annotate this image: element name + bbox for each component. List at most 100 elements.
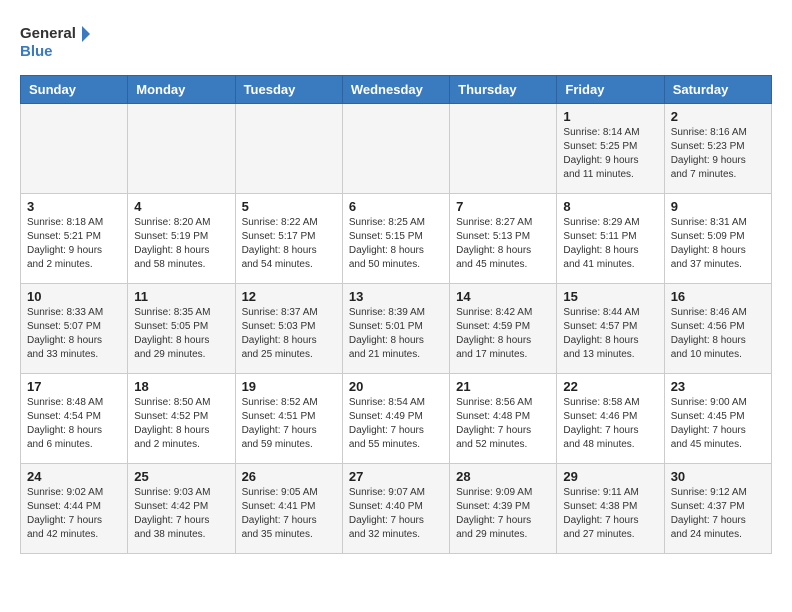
day-info: Sunrise: 8:44 AM Sunset: 4:57 PM Dayligh… (563, 306, 657, 362)
calendar-cell: 24 Sunrise: 9:02 AM Sunset: 4:44 PM Dayli… (21, 464, 128, 554)
calendar-cell: 2Sunrise: 8:16 AM Sunset: 5:23 PM Daylig… (664, 104, 771, 194)
calendar-cell: 21 Sunrise: 8:56 AM Sunset: 4:48 PM Dayli… (450, 374, 557, 464)
day-info: Sunrise: 9:03 AM Sunset: 4:42 PM Dayligh… (134, 486, 228, 542)
day-number: 27 (349, 469, 443, 484)
day-number: 11 (134, 289, 228, 304)
day-number: 8 (563, 199, 657, 214)
day-number: 17 (27, 379, 121, 394)
calendar-cell: 15 Sunrise: 8:44 AM Sunset: 4:57 PM Dayli… (557, 284, 664, 374)
calendar-cell: 13 Sunrise: 8:39 AM Sunset: 5:01 PM Dayli… (342, 284, 449, 374)
calendar-cell: 26 Sunrise: 9:05 AM Sunset: 4:41 PM Dayli… (235, 464, 342, 554)
day-info: Sunrise: 8:56 AM Sunset: 4:48 PM Dayligh… (456, 396, 550, 452)
calendar-cell (450, 104, 557, 194)
weekday-header-wednesday: Wednesday (342, 76, 449, 104)
day-info: Sunrise: 8:29 AM Sunset: 5:11 PM Dayligh… (563, 216, 657, 272)
calendar-body: 1Sunrise: 8:14 AM Sunset: 5:25 PM Daylig… (21, 104, 772, 554)
calendar-cell: 16 Sunrise: 8:46 AM Sunset: 4:56 PM Dayli… (664, 284, 771, 374)
day-number: 29 (563, 469, 657, 484)
day-number: 9 (671, 199, 765, 214)
day-info: Sunrise: 8:35 AM Sunset: 5:05 PM Dayligh… (134, 306, 228, 362)
calendar-cell: 23 Sunrise: 9:00 AM Sunset: 4:45 PM Dayli… (664, 374, 771, 464)
day-number: 21 (456, 379, 550, 394)
day-info: Sunrise: 9:07 AM Sunset: 4:40 PM Dayligh… (349, 486, 443, 542)
day-info: Sunrise: 8:48 AM Sunset: 4:54 PM Dayligh… (27, 396, 121, 452)
calendar-cell: 29 Sunrise: 9:11 AM Sunset: 4:38 PM Dayli… (557, 464, 664, 554)
day-info: Sunrise: 8:52 AM Sunset: 4:51 PM Dayligh… (242, 396, 336, 452)
calendar-cell: 8 Sunrise: 8:29 AM Sunset: 5:11 PM Daylig… (557, 194, 664, 284)
day-info: Sunrise: 9:00 AM Sunset: 4:45 PM Dayligh… (671, 396, 765, 452)
weekday-header-friday: Friday (557, 76, 664, 104)
day-number: 25 (134, 469, 228, 484)
calendar-cell: 3 Sunrise: 8:18 AM Sunset: 5:21 PM Daylig… (21, 194, 128, 284)
day-number: 28 (456, 469, 550, 484)
calendar-cell: 30Sunrise: 9:12 AM Sunset: 4:37 PM Dayli… (664, 464, 771, 554)
day-info: Sunrise: 8:14 AM Sunset: 5:25 PM Dayligh… (563, 126, 657, 182)
day-info: Sunrise: 8:20 AM Sunset: 5:19 PM Dayligh… (134, 216, 228, 272)
calendar-cell: 10Sunrise: 8:33 AM Sunset: 5:07 PM Dayli… (21, 284, 128, 374)
day-number: 12 (242, 289, 336, 304)
weekday-header-tuesday: Tuesday (235, 76, 342, 104)
day-number: 22 (563, 379, 657, 394)
calendar-cell: 9 Sunrise: 8:31 AM Sunset: 5:09 PM Daylig… (664, 194, 771, 284)
calendar-cell: 27 Sunrise: 9:07 AM Sunset: 4:40 PM Dayli… (342, 464, 449, 554)
calendar-cell (342, 104, 449, 194)
calendar-cell: 19Sunrise: 8:52 AM Sunset: 4:51 PM Dayli… (235, 374, 342, 464)
calendar-cell: 25 Sunrise: 9:03 AM Sunset: 4:42 PM Dayli… (128, 464, 235, 554)
calendar-table: SundayMondayTuesdayWednesdayThursdayFrid… (20, 75, 772, 554)
day-number: 6 (349, 199, 443, 214)
day-info: Sunrise: 9:09 AM Sunset: 4:39 PM Dayligh… (456, 486, 550, 542)
logo-svg: General Blue (20, 20, 90, 65)
calendar-cell: 1Sunrise: 8:14 AM Sunset: 5:25 PM Daylig… (557, 104, 664, 194)
day-number: 5 (242, 199, 336, 214)
calendar-cell (128, 104, 235, 194)
day-number: 4 (134, 199, 228, 214)
calendar-cell (235, 104, 342, 194)
calendar-cell: 17 Sunrise: 8:48 AM Sunset: 4:54 PM Dayli… (21, 374, 128, 464)
day-info: Sunrise: 8:37 AM Sunset: 5:03 PM Dayligh… (242, 306, 336, 362)
day-number: 3 (27, 199, 121, 214)
day-number: 15 (563, 289, 657, 304)
calendar-week-row: 10Sunrise: 8:33 AM Sunset: 5:07 PM Dayli… (21, 284, 772, 374)
day-number: 24 (27, 469, 121, 484)
weekday-header-thursday: Thursday (450, 76, 557, 104)
day-info: Sunrise: 9:12 AM Sunset: 4:37 PM Dayligh… (671, 486, 765, 542)
day-info: Sunrise: 8:54 AM Sunset: 4:49 PM Dayligh… (349, 396, 443, 452)
calendar-cell: 14 Sunrise: 8:42 AM Sunset: 4:59 PM Dayli… (450, 284, 557, 374)
calendar-week-row: 3 Sunrise: 8:18 AM Sunset: 5:21 PM Daylig… (21, 194, 772, 284)
calendar-week-row: 24 Sunrise: 9:02 AM Sunset: 4:44 PM Dayli… (21, 464, 772, 554)
day-info: Sunrise: 8:46 AM Sunset: 4:56 PM Dayligh… (671, 306, 765, 362)
day-info: Sunrise: 8:31 AM Sunset: 5:09 PM Dayligh… (671, 216, 765, 272)
calendar-cell (21, 104, 128, 194)
calendar-cell: 5Sunrise: 8:22 AM Sunset: 5:17 PM Daylig… (235, 194, 342, 284)
day-number: 13 (349, 289, 443, 304)
day-info: Sunrise: 8:25 AM Sunset: 5:15 PM Dayligh… (349, 216, 443, 272)
day-number: 7 (456, 199, 550, 214)
calendar-cell: 7 Sunrise: 8:27 AM Sunset: 5:13 PM Daylig… (450, 194, 557, 284)
day-number: 20 (349, 379, 443, 394)
day-info: Sunrise: 9:05 AM Sunset: 4:41 PM Dayligh… (242, 486, 336, 542)
day-number: 2 (671, 109, 765, 124)
calendar-cell: 20 Sunrise: 8:54 AM Sunset: 4:49 PM Dayli… (342, 374, 449, 464)
day-info: Sunrise: 9:11 AM Sunset: 4:38 PM Dayligh… (563, 486, 657, 542)
svg-text:Blue: Blue (20, 43, 53, 60)
weekday-header-row: SundayMondayTuesdayWednesdayThursdayFrid… (21, 76, 772, 104)
logo: General Blue (20, 20, 90, 65)
calendar-cell: 28 Sunrise: 9:09 AM Sunset: 4:39 PM Dayli… (450, 464, 557, 554)
day-info: Sunrise: 8:39 AM Sunset: 5:01 PM Dayligh… (349, 306, 443, 362)
day-number: 16 (671, 289, 765, 304)
weekday-header-saturday: Saturday (664, 76, 771, 104)
day-info: Sunrise: 8:18 AM Sunset: 5:21 PM Dayligh… (27, 216, 121, 272)
day-info: Sunrise: 8:27 AM Sunset: 5:13 PM Dayligh… (456, 216, 550, 272)
day-number: 18 (134, 379, 228, 394)
calendar-week-row: 17 Sunrise: 8:48 AM Sunset: 4:54 PM Dayli… (21, 374, 772, 464)
calendar-cell: 4 Sunrise: 8:20 AM Sunset: 5:19 PM Daylig… (128, 194, 235, 284)
day-info: Sunrise: 9:02 AM Sunset: 4:44 PM Dayligh… (27, 486, 121, 542)
day-info: Sunrise: 8:42 AM Sunset: 4:59 PM Dayligh… (456, 306, 550, 362)
calendar-week-row: 1Sunrise: 8:14 AM Sunset: 5:25 PM Daylig… (21, 104, 772, 194)
calendar-cell: 6 Sunrise: 8:25 AM Sunset: 5:15 PM Daylig… (342, 194, 449, 284)
day-number: 23 (671, 379, 765, 394)
day-number: 26 (242, 469, 336, 484)
calendar-cell: 12 Sunrise: 8:37 AM Sunset: 5:03 PM Dayli… (235, 284, 342, 374)
day-number: 14 (456, 289, 550, 304)
calendar-header: SundayMondayTuesdayWednesdayThursdayFrid… (21, 76, 772, 104)
